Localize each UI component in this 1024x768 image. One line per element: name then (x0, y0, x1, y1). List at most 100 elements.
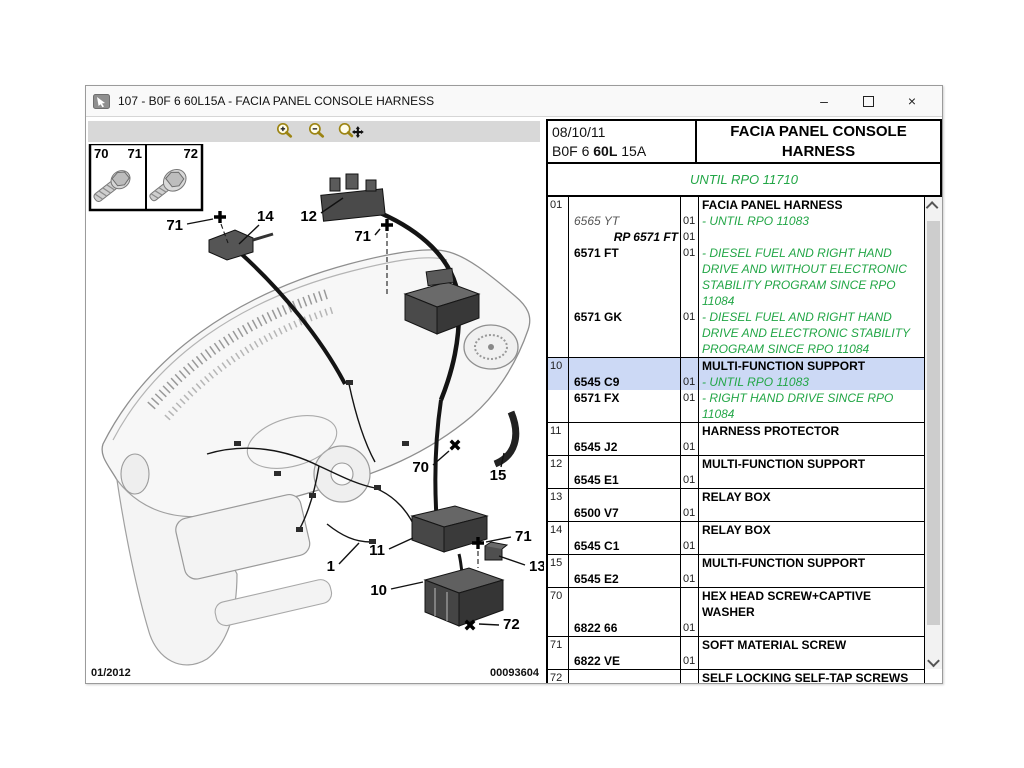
part-number-cell[interactable]: 6571 GK (569, 309, 681, 357)
description-cell[interactable]: RELAY BOX (699, 522, 924, 538)
maximize-button[interactable] (846, 86, 890, 116)
quantity-cell[interactable]: 01 (681, 571, 699, 587)
part-row-14[interactable]: 14 RELAY BOX 6545 C101 (548, 522, 924, 555)
ref-cell[interactable]: 70 (548, 588, 569, 620)
close-button[interactable]: × (890, 86, 934, 116)
part-number-cell[interactable]: 6545 E2 (569, 571, 681, 587)
ref-cell[interactable]: 14 (548, 522, 569, 538)
part-row-15[interactable]: 15 MULTI-FUNCTION SUPPORT 6545 E201 (548, 555, 924, 588)
quantity-cell[interactable] (681, 670, 699, 683)
part-row-10[interactable]: 10 MULTI-FUNCTION SUPPORT 6545 C901- UNTIL… (548, 358, 924, 423)
part-number-cell[interactable]: 6545 J2 (569, 439, 681, 455)
quantity-cell[interactable] (681, 197, 699, 213)
part-number-cell[interactable] (569, 197, 681, 213)
part-row-11[interactable]: 11HARNESS PROTECTOR6545 J201 (548, 423, 924, 456)
quantity-cell[interactable]: 01 (681, 538, 699, 554)
scrollbar-thumb[interactable] (927, 221, 940, 625)
description-cell[interactable]: SOFT MATERIAL SCREW (699, 637, 924, 653)
quantity-cell[interactable] (681, 555, 699, 571)
quantity-cell[interactable]: 01 (681, 245, 699, 309)
description-cell[interactable] (699, 653, 924, 669)
part-number-cell[interactable] (569, 555, 681, 571)
callout-11-6[interactable]: 11 (369, 538, 413, 559)
part-row-71[interactable]: 71SOFT MATERIAL SCREW6822 VE01 (548, 637, 924, 670)
part-row-12[interactable]: 12MULTI-FUNCTION SUPPORT6545 E101 (548, 456, 924, 489)
quantity-cell[interactable]: 01 (681, 472, 699, 488)
description-cell[interactable] (699, 505, 924, 521)
description-cell[interactable] (699, 472, 924, 488)
description-cell[interactable]: MULTI-FUNCTION SUPPORT (699, 555, 924, 571)
quantity-cell[interactable]: 01 (681, 653, 699, 669)
zoom-out-icon[interactable] (304, 122, 330, 141)
quantity-cell[interactable] (681, 423, 699, 439)
ref-cell[interactable]: 10 (548, 358, 569, 374)
ref-cell[interactable]: 72 (548, 670, 569, 683)
quantity-cell[interactable] (681, 637, 699, 653)
description-cell[interactable]: HARNESS PROTECTOR (699, 423, 924, 439)
part-number-cell[interactable] (569, 456, 681, 472)
quantity-cell[interactable] (681, 522, 699, 538)
description-cell[interactable] (699, 439, 924, 455)
zoom-in-icon[interactable] (272, 122, 298, 141)
quantity-cell[interactable] (681, 588, 699, 620)
part-row-01[interactable]: 01FACIA PANEL HARNESS6565 YT01- UNTIL RP… (548, 197, 924, 358)
quantity-cell[interactable]: 01 (681, 229, 699, 245)
ref-cell[interactable]: 12 (548, 456, 569, 472)
ref-cell[interactable]: 01 (548, 197, 569, 213)
part-row-70[interactable]: 70 HEX HEAD SCREW+CAPTIVE WASHER 6822 6601 (548, 588, 924, 637)
quantity-cell[interactable]: 01 (681, 620, 699, 636)
quantity-cell[interactable]: 01 (681, 374, 699, 390)
quantity-cell[interactable]: 01 (681, 505, 699, 521)
part-number-cell[interactable]: 6822 VE (569, 653, 681, 669)
description-cell[interactable]: - UNTIL RPO 11083 (699, 213, 924, 229)
part-number-cell[interactable] (569, 670, 681, 683)
ref-cell[interactable] (548, 229, 569, 245)
description-cell[interactable]: - UNTIL RPO 11083 (699, 374, 924, 390)
ref-cell[interactable] (548, 472, 569, 488)
description-cell[interactable]: - DIESEL FUEL AND RIGHT HAND DRIVE AND W… (699, 245, 924, 309)
scrollbar[interactable] (925, 197, 942, 669)
scroll-down-button[interactable] (925, 649, 942, 669)
quantity-cell[interactable]: 01 (681, 213, 699, 229)
description-cell[interactable]: HEX HEAD SCREW+CAPTIVE WASHER (699, 588, 924, 620)
description-cell[interactable]: FACIA PANEL HARNESS (699, 197, 924, 213)
ref-cell[interactable] (548, 390, 569, 422)
ref-cell[interactable] (548, 505, 569, 521)
part-number-cell[interactable]: 6545 E1 (569, 472, 681, 488)
scroll-up-button[interactable] (925, 197, 942, 217)
part-number-cell[interactable] (569, 423, 681, 439)
ref-cell[interactable] (548, 538, 569, 554)
description-cell[interactable]: - RIGHT HAND DRIVE SINCE RPO 11084 (699, 390, 924, 422)
description-cell[interactable] (699, 538, 924, 554)
description-cell[interactable] (699, 620, 924, 636)
part-number-cell[interactable]: RP 6571 FT (569, 229, 681, 245)
ref-cell[interactable] (548, 374, 569, 390)
part-number-cell[interactable] (569, 522, 681, 538)
part-number-cell[interactable] (569, 358, 681, 374)
ref-cell[interactable] (548, 309, 569, 357)
part-number-cell[interactable]: 6822 66 (569, 620, 681, 636)
part-number-cell[interactable]: 6545 C9 (569, 374, 681, 390)
ref-cell[interactable]: 15 (548, 555, 569, 571)
part-number-cell[interactable]: 6571 FT (569, 245, 681, 309)
part-row-13[interactable]: 13RELAY BOX6500 V701 (548, 489, 924, 522)
callout-10-10[interactable]: 10 (370, 582, 423, 599)
ref-cell[interactable] (548, 571, 569, 587)
part-number-cell[interactable]: 6545 C1 (569, 538, 681, 554)
part-number-cell[interactable]: 6571 FX (569, 390, 681, 422)
ref-cell[interactable] (548, 620, 569, 636)
description-cell[interactable]: - DIESEL FUEL AND RIGHT HAND DRIVE AND E… (699, 309, 924, 357)
minimize-button[interactable]: – (802, 86, 846, 116)
ref-cell[interactable] (548, 213, 569, 229)
callout-13-9[interactable]: 13 (499, 556, 544, 575)
ref-cell[interactable] (548, 653, 569, 669)
ref-cell[interactable]: 13 (548, 489, 569, 505)
description-cell[interactable] (699, 229, 924, 245)
description-cell[interactable]: MULTI-FUNCTION SUPPORT (699, 358, 924, 374)
part-number-cell[interactable]: 6565 YT (569, 213, 681, 229)
quantity-cell[interactable]: 01 (681, 390, 699, 422)
ref-cell[interactable] (548, 439, 569, 455)
part-number-cell[interactable] (569, 489, 681, 505)
quantity-cell[interactable]: 01 (681, 439, 699, 455)
quantity-cell[interactable] (681, 358, 699, 374)
